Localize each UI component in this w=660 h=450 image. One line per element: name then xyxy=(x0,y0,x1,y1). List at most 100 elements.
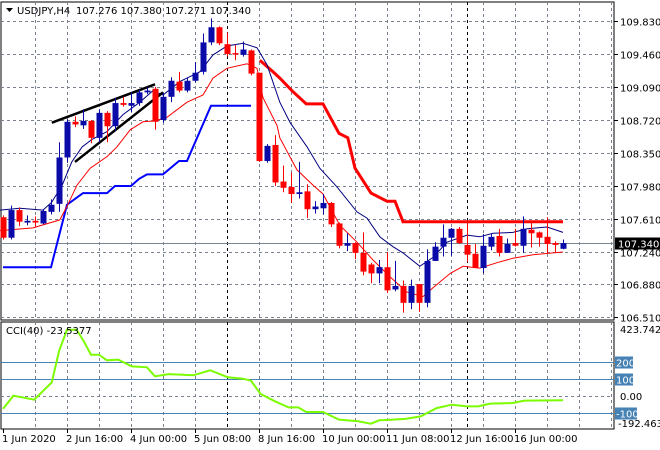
price-axis-label: 108.720 xyxy=(620,117,660,128)
candle-body-bull xyxy=(96,112,103,138)
candle xyxy=(384,252,391,294)
candle-body-bear xyxy=(352,243,359,253)
candle-body-bear xyxy=(328,202,335,225)
candle-body-bull xyxy=(424,260,431,303)
candle-body-bear xyxy=(232,53,239,55)
candle-body-bull xyxy=(208,27,215,43)
candle xyxy=(488,233,495,251)
candle-body-bull xyxy=(448,228,455,238)
time-axis-label: 1 Jun 2020 xyxy=(2,434,56,445)
price-axis-label: 106.880 xyxy=(620,281,660,292)
candle-body-bear xyxy=(256,72,263,162)
candle-body-bull xyxy=(520,228,527,246)
candle xyxy=(504,238,511,253)
candle-body-bear xyxy=(512,243,519,246)
candle xyxy=(392,260,399,292)
price-chart[interactable]: CCI(40) -23.5377 109.830 109.460 109.090 10… xyxy=(0,0,660,450)
candle-body-bear xyxy=(72,121,79,125)
candle xyxy=(288,172,295,203)
candle-body-bear xyxy=(16,210,23,222)
triangle-down-icon[interactable] xyxy=(6,8,13,12)
candle-body-bull xyxy=(48,204,55,212)
candle xyxy=(128,92,135,112)
candle-body-bear xyxy=(152,88,159,122)
candle xyxy=(208,18,215,46)
time-axis-label: 11 Jun 08:00 xyxy=(386,434,450,445)
main-panel-frame xyxy=(0,1,615,321)
candle-body-bear xyxy=(400,285,407,303)
candle xyxy=(48,199,55,215)
wedge-lower-trendline[interactable] xyxy=(74,91,164,163)
candle xyxy=(0,215,7,240)
candle xyxy=(24,215,31,226)
candle-body-bear xyxy=(304,191,311,210)
candle xyxy=(192,62,199,83)
candle-body-bull xyxy=(168,80,175,97)
candle xyxy=(112,97,119,131)
candle xyxy=(560,239,567,250)
candle-body-bull xyxy=(64,121,71,158)
time-axis-label: 5 Jun 08:00 xyxy=(194,434,251,445)
candle xyxy=(256,72,263,162)
candle xyxy=(296,161,303,199)
candle-body-bear xyxy=(120,103,127,105)
candle xyxy=(336,222,343,249)
price-axis-label: 109.460 xyxy=(620,51,660,62)
candle xyxy=(304,184,311,219)
chart-header: USDJPY,H4 107.276 107.380 107.271 107.34… xyxy=(6,6,251,17)
time-axis-label: 4 Jun 00:00 xyxy=(130,434,187,445)
candle xyxy=(320,194,327,215)
candle-body-bull xyxy=(296,192,303,195)
candle xyxy=(184,78,191,93)
candle-body-bear xyxy=(552,243,559,245)
candle xyxy=(168,77,175,103)
candle xyxy=(440,224,447,257)
candle-body-bear xyxy=(272,144,279,183)
time-axis-label: 2 Jun 16:00 xyxy=(66,434,123,445)
candle-body-bull xyxy=(344,243,351,246)
candle xyxy=(16,207,23,227)
candle-body-bull xyxy=(200,42,207,72)
cci-max-label: 423.7426 xyxy=(620,325,660,336)
candle xyxy=(280,165,287,193)
candle xyxy=(264,144,271,163)
candle-body-bull xyxy=(40,210,47,224)
cci-level-label: 200 xyxy=(616,359,635,370)
time-axis-label: 16 Jun 00:00 xyxy=(514,434,578,445)
candle-body-bull xyxy=(128,103,135,106)
candle xyxy=(360,232,367,276)
price-axis-label: 106.510 xyxy=(620,314,660,325)
candle-body-bear xyxy=(88,120,95,138)
candle-body-bear xyxy=(472,253,479,269)
candle xyxy=(432,242,439,261)
candle-body-bull xyxy=(440,237,447,247)
candle xyxy=(160,93,167,123)
candle-body-bull xyxy=(376,267,383,274)
candle xyxy=(456,227,463,244)
candle-body-bear xyxy=(528,229,535,234)
time-axis-label: 12 Jun 16:00 xyxy=(450,434,514,445)
candle xyxy=(552,241,559,253)
candle xyxy=(40,209,47,225)
candle-body-bull xyxy=(56,157,63,204)
candle-body-bull xyxy=(560,243,567,249)
candle-body-bull xyxy=(408,285,415,303)
candle-body-bear xyxy=(496,235,503,253)
cci-title: CCI(40) -23.5377 xyxy=(6,326,92,337)
candle xyxy=(328,202,335,228)
candle-body-bear xyxy=(104,112,111,127)
candle-body-bear xyxy=(280,181,287,188)
candle-body-bear xyxy=(216,27,223,44)
cci-zero-label: 0.00 xyxy=(620,392,642,403)
candle xyxy=(120,96,127,107)
candle-body-bear xyxy=(176,81,183,91)
candle-body-bear xyxy=(416,284,423,303)
price-axis-label: 108.350 xyxy=(620,150,660,161)
candle xyxy=(152,87,159,130)
symbol-label: USDJPY,H4 xyxy=(17,6,70,17)
price-axis-label: 109.090 xyxy=(620,84,660,95)
candle-body-bull xyxy=(320,202,327,209)
candle xyxy=(312,201,319,214)
candle-body-bull xyxy=(480,245,487,269)
candle-body-bull xyxy=(432,246,439,261)
